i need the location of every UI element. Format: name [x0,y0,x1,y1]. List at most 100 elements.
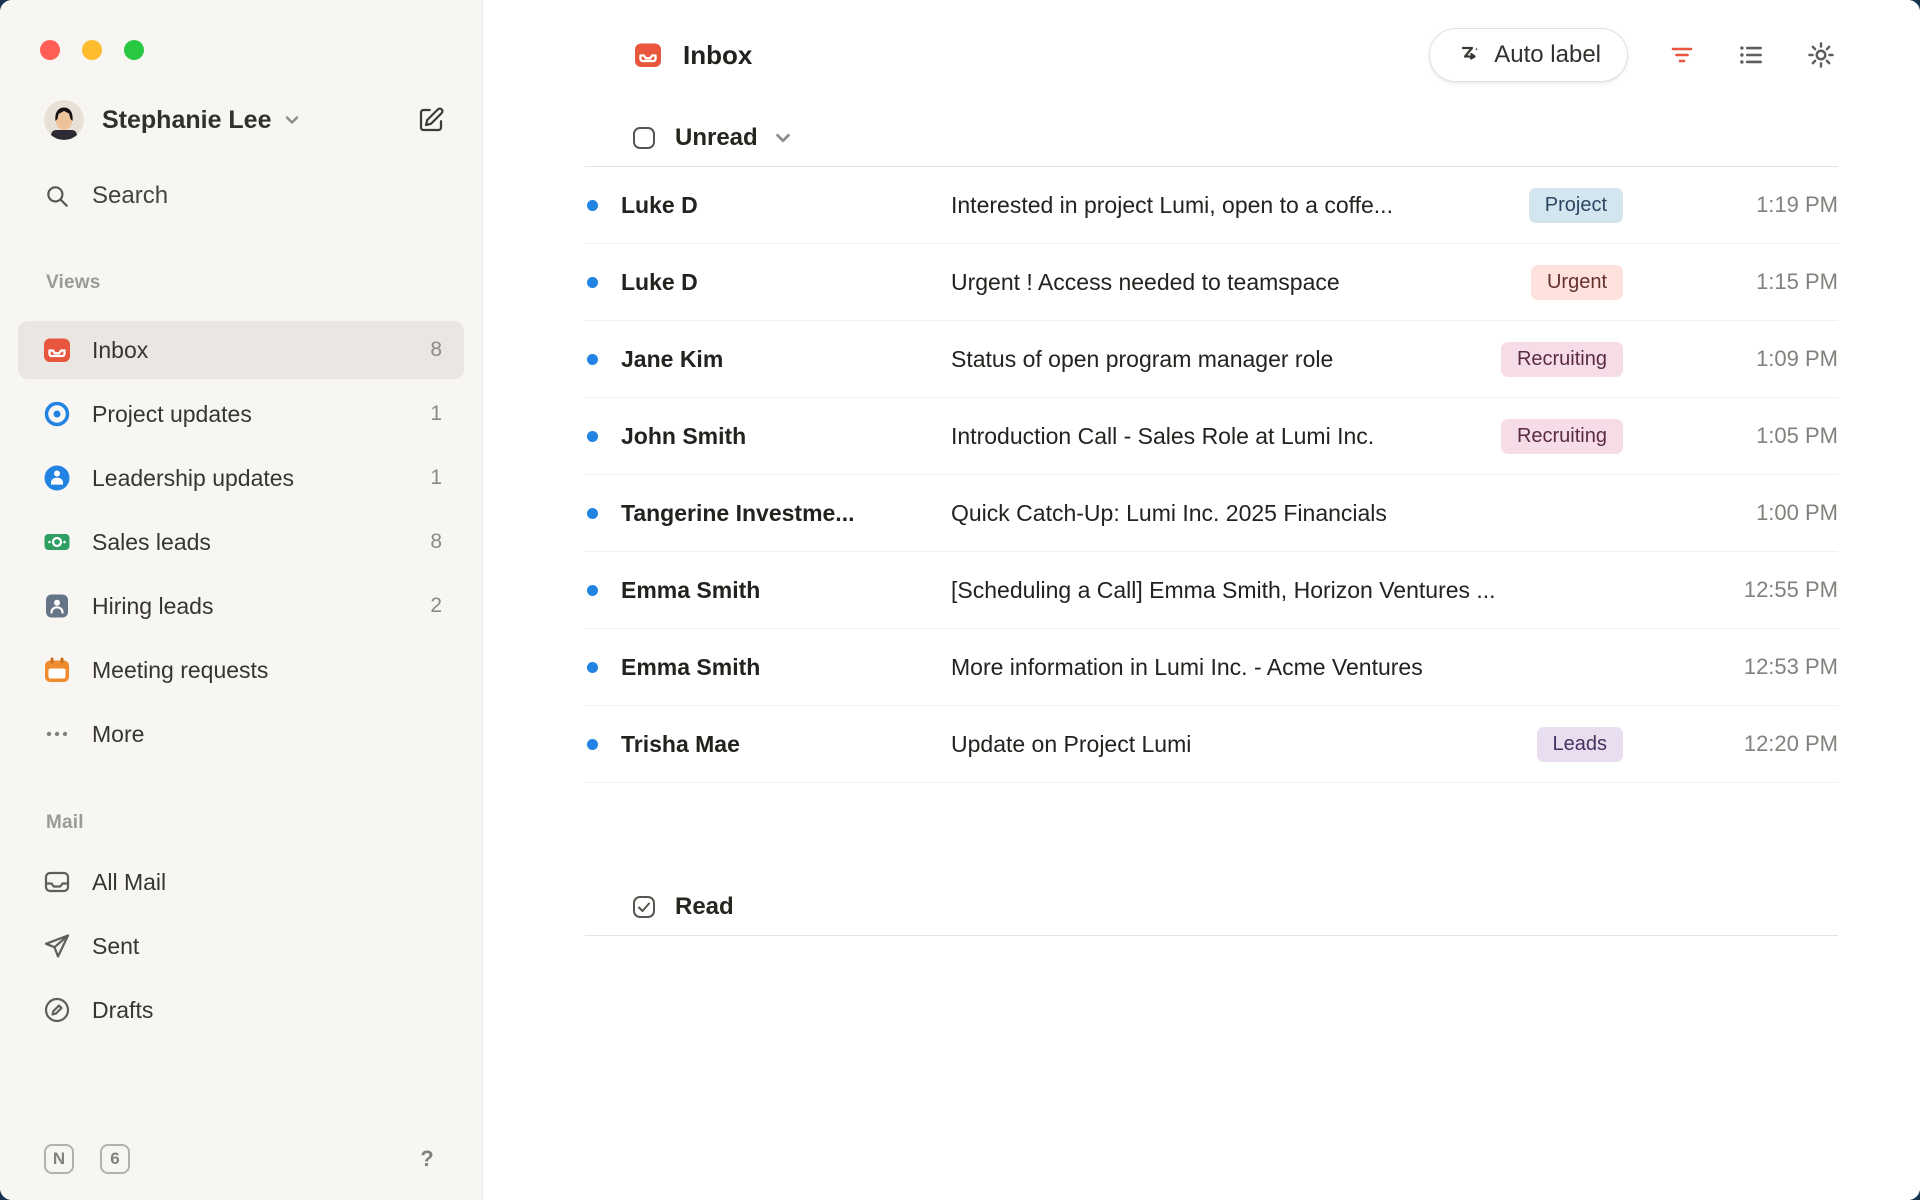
help-button[interactable]: ? [412,1144,442,1174]
read-section-label: Read [675,893,734,921]
sidebar-item-label: Sent [92,933,139,960]
email-sender: Jane Kim [621,346,951,373]
unread-section-label: Unread [675,124,758,152]
zoom-window-button[interactable] [124,40,144,60]
sidebar-item-count: 1 [430,402,442,426]
mail-section-label: Mail [46,812,482,834]
header-actions: Auto label [1429,28,1836,82]
email-subject: Status of open program manager role [951,346,1501,373]
sidebar-item-label: Meeting requests [92,657,268,684]
search-button[interactable]: Search [44,174,446,218]
chevron-down-icon [282,110,302,130]
sidebar-item-inbox[interactable]: Inbox 8 [18,321,464,379]
inbox-icon [633,40,663,70]
auto-label-icon [1456,42,1482,68]
sidebar-item-leadership-updates[interactable]: Leadership updates 1 [18,449,464,507]
email-time: 1:15 PM [1623,269,1838,295]
sidebar-footer: N 6 ? [44,1144,442,1174]
unread-dot [587,431,598,442]
email-time: 12:55 PM [1623,577,1838,603]
close-window-button[interactable] [40,40,60,60]
list-icon [1736,40,1766,70]
list-view-button[interactable] [1736,40,1766,70]
sidebar-item-count: 8 [430,530,442,554]
user-name: Stephanie Lee [102,106,272,135]
sidebar: Stephanie Lee Search Views [0,0,483,1200]
unread-dot [587,508,598,519]
email-label-chip[interactable]: Project [1529,188,1623,223]
unread-dot [587,200,598,211]
email-row[interactable]: Luke D Interested in project Lumi, open … [585,167,1838,244]
views-section-label: Views [46,272,482,294]
count-badge[interactable]: 6 [100,1144,130,1174]
calendar-icon [42,655,72,685]
mail-nav: All Mail Sent Drafts [0,850,482,1042]
ellipsis-icon [42,719,72,749]
email-time: 1:05 PM [1623,423,1838,449]
unread-rows: Luke D Interested in project Lumi, open … [585,167,1838,783]
email-subject: Update on Project Lumi [951,731,1537,758]
email-sender: John Smith [621,423,951,450]
email-row[interactable]: John Smith Introduction Call - Sales Rol… [585,398,1838,475]
email-label-chip[interactable]: Urgent [1531,265,1623,300]
email-subject: [Scheduling a Call] Emma Smith, Horizon … [951,577,1623,604]
email-time: 12:53 PM [1623,654,1838,680]
read-section-header[interactable]: Read [585,879,1838,936]
sidebar-item-hiring-leads[interactable]: Hiring leads 2 [18,577,464,635]
views-nav: Inbox 8 Project updates 1 Lead [0,318,482,766]
compose-button[interactable] [416,105,446,135]
email-time: 1:19 PM [1623,192,1838,218]
send-icon [42,931,72,961]
auto-label-button[interactable]: Auto label [1429,28,1628,82]
sidebar-item-all-mail[interactable]: All Mail [18,853,464,911]
email-sender: Trisha Mae [621,731,951,758]
email-label-chip[interactable]: Recruiting [1501,419,1623,454]
email-row[interactable]: Luke D Urgent ! Access needed to teamspa… [585,244,1838,321]
app-window: Stephanie Lee Search Views [0,0,1920,1200]
email-row[interactable]: Jane Kim Status of open program manager … [585,321,1838,398]
sidebar-item-more[interactable]: More [18,705,464,763]
sidebar-item-label: Hiring leads [92,593,213,620]
unread-dot [587,354,598,365]
email-time: 1:00 PM [1623,500,1838,526]
email-subject: More information in Lumi Inc. - Acme Ven… [951,654,1623,681]
email-time: 1:09 PM [1623,346,1838,372]
email-subject: Interested in project Lumi, open to a co… [951,192,1529,219]
unread-checkbox-icon [631,125,657,151]
sidebar-item-meeting-requests[interactable]: Meeting requests [18,641,464,699]
chevron-down-icon [772,127,794,149]
minimize-window-button[interactable] [82,40,102,60]
workspace-badge[interactable]: N [44,1144,74,1174]
sidebar-item-drafts[interactable]: Drafts [18,981,464,1039]
account-row: Stephanie Lee [44,96,446,144]
sidebar-item-label: More [92,721,144,748]
read-checkbox-icon [631,894,657,920]
email-label-chip[interactable]: Leads [1537,727,1624,762]
settings-button[interactable] [1806,40,1836,70]
email-sender: Emma Smith [621,654,951,681]
sidebar-item-project-updates[interactable]: Project updates 1 [18,385,464,443]
search-icon [44,183,70,209]
email-row[interactable]: Trisha Mae Update on Project Lumi Leads … [585,706,1838,783]
banknote-icon [42,527,72,557]
filter-button[interactable] [1668,41,1696,69]
unread-dot [587,739,598,750]
sidebar-item-sales-leads[interactable]: Sales leads 8 [18,513,464,571]
sidebar-item-count: 8 [430,338,442,362]
window-controls [0,0,482,60]
compose-icon [416,105,446,135]
sidebar-item-label: Drafts [92,997,153,1024]
email-row[interactable]: Tangerine Investme... Quick Catch-Up: Lu… [585,475,1838,552]
unread-section-header[interactable]: Unread [585,110,1838,167]
email-row[interactable]: Emma Smith [Scheduling a Call] Emma Smit… [585,552,1838,629]
email-row[interactable]: Emma Smith More information in Lumi Inc.… [585,629,1838,706]
sidebar-item-label: Project updates [92,401,252,428]
unread-dot [587,585,598,596]
avatar[interactable] [44,100,84,140]
email-label-chip[interactable]: Recruiting [1501,342,1623,377]
email-sender: Luke D [621,192,951,219]
email-subject: Introduction Call - Sales Role at Lumi I… [951,423,1501,450]
email-subject: Urgent ! Access needed to teamspace [951,269,1531,296]
sidebar-item-sent[interactable]: Sent [18,917,464,975]
account-switcher[interactable]: Stephanie Lee [84,106,302,135]
